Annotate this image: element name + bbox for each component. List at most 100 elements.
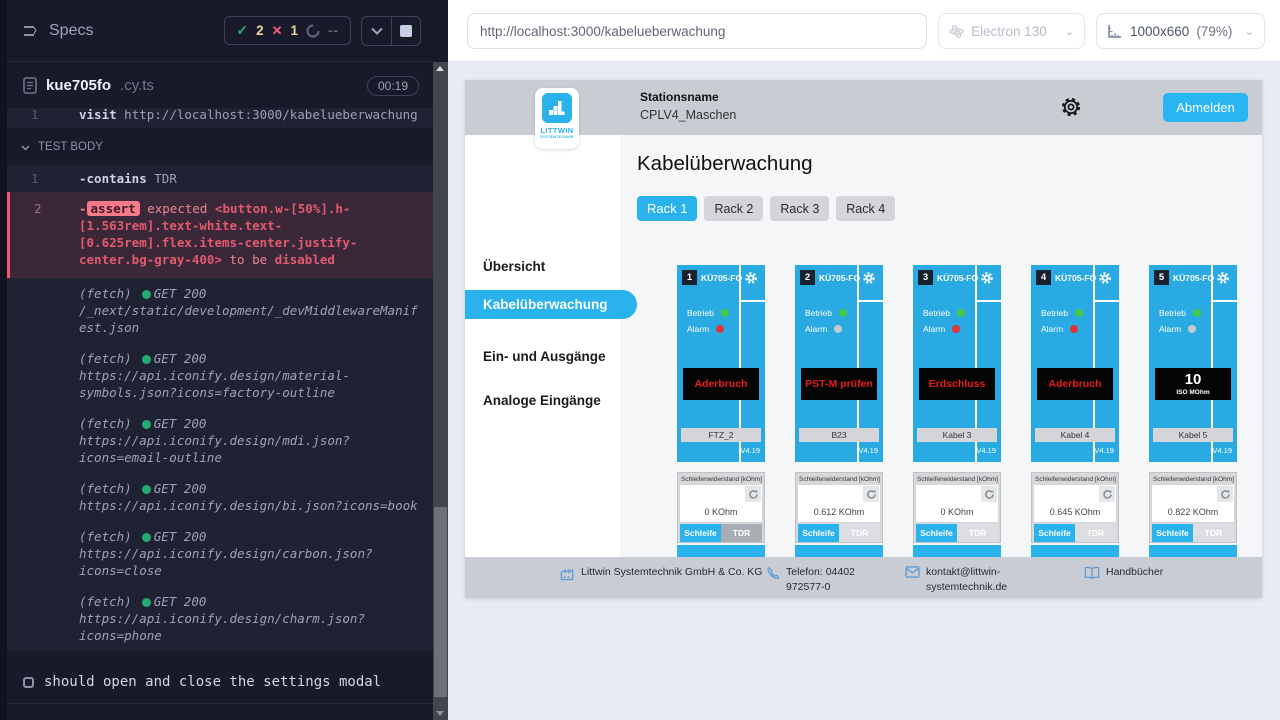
card-bottom-strip [795,545,883,557]
logout-button[interactable]: Abmelden [1163,93,1248,122]
passed-check-icon: ✓ [236,22,248,39]
schleife-button[interactable]: Schleife [1152,524,1193,542]
refresh-button[interactable] [863,486,879,502]
footer-company: Littwin Systemtechnik GmbH & Co. KG [560,565,765,581]
tdr-button[interactable]: TDR [839,524,880,542]
card-device-panel: 5 KÜ705-FO Betrieb Alarm 10ISO MOhm Kabe… [1149,265,1237,462]
measurement-label: Schleifenwiderstand [kOhm] [681,476,762,483]
status-ok-dot [142,355,151,364]
card-settings-gear-icon[interactable] [1215,270,1231,286]
log-row-assert-failed[interactable]: 2 -assert expected <button.w-[50%].h-[1.… [7,192,433,278]
betrieb-led [721,309,729,317]
log-row-fetch[interactable]: (fetch)GET 200 https://api.iconify.desig… [7,521,433,586]
tdr-button[interactable]: TDR [1075,524,1116,542]
refresh-button[interactable] [1099,486,1115,502]
log-row-fetch[interactable]: (fetch)GET 200 /_next/static/development… [7,278,433,343]
scrollbar-thumb[interactable] [434,507,447,697]
line-number: 1 [31,170,39,187]
url-input[interactable] [467,13,927,49]
refresh-icon [1102,489,1113,500]
nav-item-ein-und-ausgaenge[interactable]: Ein- und Ausgänge [465,342,606,371]
page-title: Kabelüberwachung [637,152,813,176]
fetch-method: GET 200 [154,416,207,431]
card-divider [1213,300,1237,302]
browser-url-bar: Electron 130 ⌄ 1000x660 (79%) ⌄ [448,0,1280,62]
log-row-fetch[interactable]: (fetch)GET 200 https://api.iconify.desig… [7,408,433,473]
card-actions: Schleife TDR [1152,524,1234,542]
card-settings-gear-icon[interactable] [861,270,877,286]
refresh-button[interactable] [1217,486,1233,502]
firmware-version: V4.19 [1212,446,1232,455]
card-bottom-strip [677,545,765,557]
card-settings-gear-icon[interactable] [1097,270,1113,286]
command-arg: http://localhost:3000/kabelueberwachung [124,108,418,122]
tab-rack-3[interactable]: Rack 3 [770,196,829,221]
log-row-visit[interactable]: 1 visit http://localhost:3000/kabelueber… [7,108,433,128]
viewport-ruler-icon [1107,24,1123,39]
spec-file-icon [23,77,37,94]
status-text: Erdschluss [929,378,986,390]
chevron-down-icon [21,145,30,151]
card-device-panel: 3 KÜ705-FO Betrieb Alarm Erdschluss Kabe… [913,265,1001,462]
tab-rack-2[interactable]: Rack 2 [704,196,763,221]
browser-selector[interactable]: Electron 130 ⌄ [938,13,1085,49]
fetch-url: /_next/static/development/_devMiddleware… [79,303,418,335]
reporter-scrollbar[interactable] [433,62,448,720]
test-body-block: 1 -contains TDR 2 -assert expected <butt… [7,165,433,651]
test-body-section-header[interactable]: TEST BODY [7,128,433,165]
log-row-fetch[interactable]: (fetch)GET 200 https://api.iconify.desig… [7,586,433,651]
refresh-icon [984,489,995,500]
specs-menu-button[interactable]: Specs [23,22,93,40]
settings-gear-icon[interactable] [1057,93,1085,121]
collapse-all-button[interactable] [362,17,391,45]
nav-item-analoge-eingaenge[interactable]: Analoge Eingänge [465,386,601,415]
fetch-label: (fetch) [79,594,132,609]
chevron-down-icon: ⌄ [1245,25,1254,38]
fetch-label: (fetch) [79,286,132,301]
schleife-button[interactable]: Schleife [1034,524,1075,542]
fetch-url: https://api.iconify.design/carbon.json?i… [79,546,373,578]
screen: Specs ✓ 2 ✕ 1 -- [0,0,1280,720]
scroll-down-arrow-icon[interactable] [436,711,444,716]
tab-rack-4[interactable]: Rack 4 [836,196,895,221]
stop-run-button[interactable] [391,17,420,45]
card-settings-gear-icon[interactable] [743,270,759,286]
schleife-button[interactable]: Schleife [680,524,721,542]
schleife-button[interactable]: Schleife [798,524,839,542]
viewport-selector[interactable]: 1000x660 (79%) ⌄ [1096,13,1265,49]
spec-file-row[interactable]: kue705fo.cy.ts 00:19 [7,63,433,108]
alarm-led-row: Alarm [1041,324,1078,334]
fetch-method: GET 200 [154,351,207,366]
card-actions: Schleife TDR [1034,524,1116,542]
betrieb-label: Betrieb [1159,308,1186,318]
footer-manuals[interactable]: Handbücher [1084,565,1163,580]
command-log: 1 visit http://localhost:3000/kabelueber… [7,108,433,720]
scroll-up-arrow-icon[interactable] [436,66,444,71]
cable-label: B23 [799,428,879,442]
log-row-contains[interactable]: 1 -contains TDR [7,165,433,192]
log-row-fetch[interactable]: (fetch)GET 200 https://api.iconify.desig… [7,343,433,408]
status-text: PST-M prüfen [805,378,873,390]
card-settings-gear-icon[interactable] [979,270,995,286]
log-row-fetch[interactable]: (fetch)GET 200 https://api.iconify.desig… [7,473,433,521]
tdr-button[interactable]: TDR [1193,524,1234,542]
fetch-method: GET 200 [154,481,207,496]
tdr-button[interactable]: TDR [957,524,998,542]
status-text: Aderbruch [694,378,747,390]
schleife-button[interactable]: Schleife [916,524,957,542]
nav-item-uebersicht[interactable]: Übersicht [465,252,545,281]
next-test-row[interactable]: should open and close the settings modal [7,664,433,704]
fetch-label: (fetch) [79,416,132,431]
tdr-button[interactable]: TDR [721,524,762,542]
alarm-led [834,325,842,333]
refresh-button[interactable] [981,486,997,502]
app-sidebar: Übersicht Kabelüberwachung Ein- und Ausg… [465,135,620,557]
measurement-label: Schleifenwiderstand [kOhm] [1035,476,1116,483]
card-device-panel: 4 KÜ705-FO Betrieb Alarm Aderbruch Kabel… [1031,265,1119,462]
nav-item-kabelueberwachung[interactable]: Kabelüberwachung [465,290,637,319]
refresh-button[interactable] [745,486,761,502]
logo-text: LITTWIN [535,126,579,135]
status-ok-dot [142,485,151,494]
email-address: kontakt@littwin-systemtechnik.de [926,565,1050,595]
tab-rack-1[interactable]: Rack 1 [637,196,697,221]
